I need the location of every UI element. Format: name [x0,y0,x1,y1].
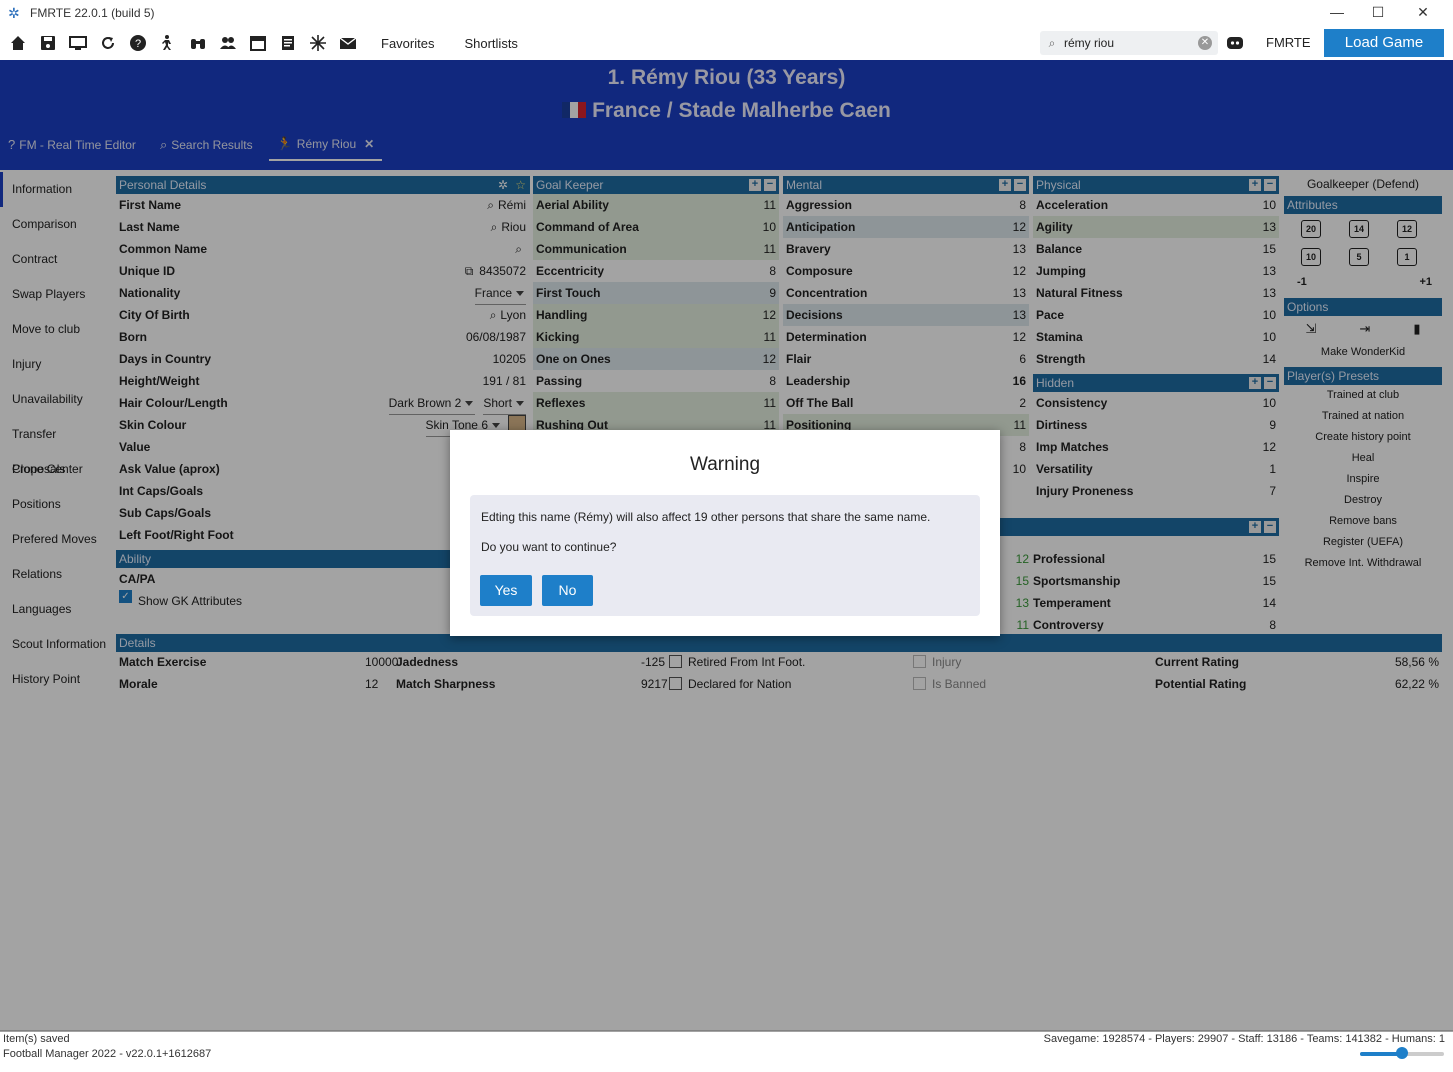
dialog-message: Edting this name (Rémy) will also affect… [481,510,931,524]
search-input[interactable]: ⌕ rémy riou ✕ [1040,31,1218,55]
no-button[interactable]: No [542,575,593,606]
fmrte-link[interactable]: FMRTE [1266,35,1311,50]
warning-dialog: Warning Edting this name (Rémy) will als… [450,430,1000,636]
yes-button[interactable]: Yes [480,575,532,606]
minimize-button[interactable]: — [1314,0,1360,26]
document-icon[interactable] [273,28,303,58]
binoculars-icon[interactable] [183,28,213,58]
savegame-stats: Savegame: 1928574 - Players: 29907 - Sta… [1043,1033,1445,1045]
zoom-handle[interactable] [1396,1047,1408,1059]
window-title: FMRTE 22.0.1 (build 5) [30,6,155,20]
help-icon[interactable]: ? [123,28,153,58]
save-icon[interactable] [33,28,63,58]
dialog-question: Do you want to continue? [481,540,617,554]
title-bar: ✲ FMRTE 22.0.1 (build 5) — ☐ ✕ [0,0,1453,26]
favorites-link[interactable]: Favorites [381,36,434,51]
mail-icon[interactable] [333,28,363,58]
app-logo-icon: ✲ [8,5,20,21]
dialog-title: Warning [689,454,761,475]
close-window-button[interactable]: ✕ [1400,0,1446,26]
toolbar: ? Favorites Shortlists ⌕ rémy riou ✕ FMR… [0,26,1453,60]
maximize-button[interactable]: ☐ [1355,0,1401,26]
zoom-slider[interactable] [1360,1047,1444,1059]
status-bar: Item(s) saved Football Manager 2022 - v2… [0,1030,1453,1072]
version-info: Football Manager 2022 - v22.0.1+1612687 [3,1048,212,1060]
search-value[interactable]: rémy riou [1064,36,1198,50]
home-icon[interactable] [3,28,33,58]
discord-icon[interactable] [1226,34,1244,52]
refresh-icon[interactable] [93,28,123,58]
search-icon: ⌕ [1048,35,1056,50]
player-icon[interactable] [153,28,183,58]
load-game-button[interactable]: Load Game [1324,29,1444,57]
dialog-body: Edting this name (Rémy) will also affect… [470,495,980,616]
svg-text:?: ? [135,38,141,50]
calendar-icon[interactable] [243,28,273,58]
snowflake-icon[interactable] [303,28,333,58]
people-icon[interactable] [213,28,243,58]
status-message: Item(s) saved [3,1033,70,1045]
shortlists-link[interactable]: Shortlists [464,36,517,51]
clear-search-icon[interactable]: ✕ [1198,36,1212,50]
monitor-icon[interactable] [63,28,93,58]
